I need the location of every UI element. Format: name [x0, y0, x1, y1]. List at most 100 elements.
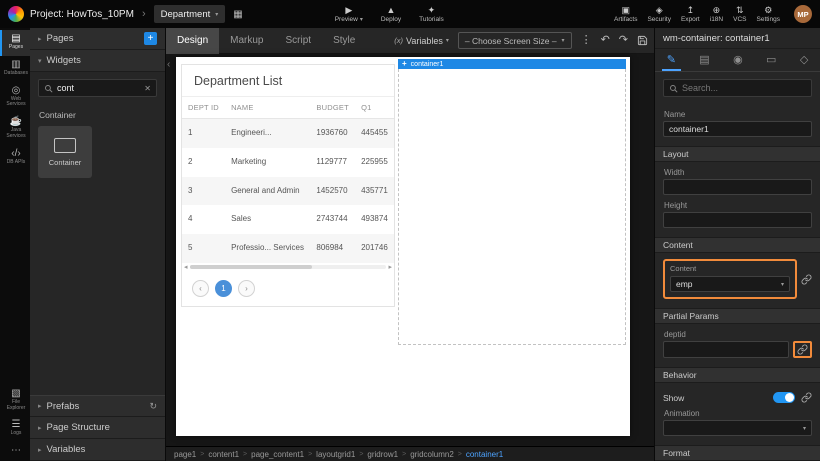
- sidebar-item-pages[interactable]: ▤ Pages: [0, 30, 30, 56]
- breadcrumb-item[interactable]: page1: [174, 450, 196, 459]
- bindings-tab[interactable]: ◉: [728, 49, 748, 71]
- clear-search-icon[interactable]: ✕: [144, 84, 151, 93]
- widgets-accordion[interactable]: ▾ Widgets: [30, 50, 165, 72]
- cell: 1129777: [310, 148, 355, 177]
- prefabs-accordion[interactable]: ▸ Prefabs ↻: [30, 395, 165, 417]
- content-select[interactable]: emp ▾: [670, 276, 790, 292]
- breadcrumb-item-active[interactable]: container1: [466, 450, 503, 459]
- tab-markup[interactable]: Markup: [219, 28, 274, 54]
- coffee-icon: ☕: [10, 117, 22, 127]
- sidebar-item-file-explorer[interactable]: ▧ File Explorer: [0, 385, 30, 417]
- format-section-header[interactable]: Format: [655, 445, 820, 461]
- widget-search-input[interactable]: cont ✕: [38, 79, 157, 97]
- table-row[interactable]: 1 Engineeri... 1936760 445455: [182, 119, 394, 148]
- kebab-menu-icon[interactable]: ⋮: [581, 35, 592, 46]
- scrollbar-thumb[interactable]: [190, 265, 312, 269]
- container-widget-tile[interactable]: Container: [38, 126, 92, 178]
- cell: 201746: [355, 234, 394, 263]
- properties-tab[interactable]: ✎: [662, 49, 681, 71]
- department-list-widget[interactable]: Department List DEPT ID NAME BUDGET Q1: [181, 64, 395, 307]
- pages-accordion[interactable]: ▸ Pages +: [30, 28, 165, 50]
- breadcrumb-item[interactable]: layoutgrid1: [316, 450, 355, 459]
- sidebar-item-web-services[interactable]: ◎ Web Services: [0, 82, 30, 114]
- bind-show-icon[interactable]: [801, 392, 812, 403]
- table-row[interactable]: 4 Sales 2743744 493874: [182, 205, 394, 234]
- height-field[interactable]: [663, 212, 812, 228]
- deptid-field[interactable]: [663, 341, 789, 358]
- page-grid-icon[interactable]: ▦: [233, 9, 242, 20]
- preview-button[interactable]: ▶ Preview▾: [335, 6, 363, 23]
- add-page-button[interactable]: +: [144, 32, 157, 45]
- properties-search-input[interactable]: Search...: [663, 79, 812, 97]
- scroll-left-icon[interactable]: ◂: [184, 264, 188, 271]
- security-button[interactable]: ◈ Security: [647, 6, 670, 23]
- page-canvas[interactable]: + container1 Department List DEPT ID NAM…: [176, 57, 630, 436]
- layout-section-header[interactable]: Layout: [655, 146, 820, 162]
- table-row[interactable]: 3 General and Admin 1452570 435771: [182, 177, 394, 206]
- conditions-tab[interactable]: ◇: [795, 49, 813, 71]
- cell: 1936760: [310, 119, 355, 148]
- bind-content-icon[interactable]: [801, 274, 812, 285]
- app-window: Project: HowTos_10PM › Department ▾ ▦ ▶ …: [0, 0, 820, 461]
- search-icon: [669, 84, 678, 93]
- breadcrumb-item[interactable]: gridrow1: [367, 450, 398, 459]
- redo-icon[interactable]: ↷: [619, 35, 628, 46]
- breadcrumb-item[interactable]: content1: [208, 450, 239, 459]
- table-row[interactable]: 5 Professio... Services 806984 201746: [182, 234, 394, 263]
- page-structure-accordion[interactable]: ▸ Page Structure: [30, 417, 165, 439]
- bind-deptid-highlight[interactable]: [793, 341, 812, 358]
- content-section-header[interactable]: Content: [655, 237, 820, 253]
- animation-select[interactable]: ▾: [663, 420, 812, 436]
- tutorials-button[interactable]: ✦ Tutorials: [419, 6, 444, 23]
- show-toggle[interactable]: [773, 392, 795, 403]
- cell: Professio... Services: [225, 234, 310, 263]
- sidebar-item-logs[interactable]: ☰ Logs: [0, 416, 30, 442]
- screen-size-select[interactable]: – Choose Screen Size – ▾: [458, 32, 572, 49]
- horizontal-scrollbar[interactable]: ◂ ▸: [182, 263, 394, 272]
- partial-params-section-header[interactable]: Partial Params: [655, 308, 820, 324]
- styles-tab[interactable]: ▤: [694, 49, 714, 71]
- variables-button[interactable]: (x) Variables ▾: [394, 36, 449, 46]
- refresh-icon[interactable]: ↻: [149, 401, 157, 412]
- sidebar-item-java-services[interactable]: ☕ Java Services: [0, 113, 30, 145]
- name-field[interactable]: container1: [663, 121, 812, 137]
- container-selection-bar[interactable]: + container1: [398, 59, 626, 69]
- undo-icon[interactable]: ↶: [601, 35, 610, 46]
- breadcrumb-item[interactable]: page_content1: [251, 450, 304, 459]
- sidebar-item-more[interactable]: ⋯: [0, 442, 30, 461]
- scrollbar-track[interactable]: [190, 265, 387, 269]
- page-selector-dropdown[interactable]: Department ▾: [154, 5, 226, 23]
- behavior-section-header[interactable]: Behavior: [655, 367, 820, 383]
- list-title: Department List: [182, 65, 394, 97]
- device-tab[interactable]: ▭: [761, 49, 781, 71]
- breadcrumb-item[interactable]: gridcolumn2: [410, 450, 454, 459]
- width-field[interactable]: [663, 179, 812, 195]
- sidebar-item-db-apis[interactable]: ‹/› DB APIs: [0, 145, 30, 171]
- breadcrumb-separator: >: [359, 451, 363, 458]
- scroll-right-icon[interactable]: ▸: [388, 264, 392, 271]
- globe-icon: ◎: [12, 86, 21, 96]
- caret-right-icon: ▸: [38, 424, 42, 432]
- prev-page-button[interactable]: ‹: [192, 280, 209, 297]
- wavemaker-logo-icon[interactable]: [8, 6, 24, 22]
- table-row[interactable]: 2 Marketing 1129777 225955: [182, 148, 394, 177]
- i18n-button[interactable]: ⊕ i18N: [710, 6, 723, 23]
- variables-accordion[interactable]: ▸ Variables: [30, 439, 165, 461]
- tab-design[interactable]: Design: [166, 28, 219, 54]
- page-number-button[interactable]: 1: [215, 280, 232, 297]
- globe-icon: ⊕: [713, 6, 721, 15]
- export-button[interactable]: ↥ Export: [681, 6, 700, 23]
- selected-container[interactable]: + container1: [398, 59, 626, 345]
- vcs-button[interactable]: ⇅ VCS: [733, 6, 746, 23]
- collapse-panel-icon[interactable]: ‹: [167, 59, 170, 70]
- deploy-button[interactable]: ▲ Deploy: [381, 6, 401, 23]
- settings-button[interactable]: ⚙ Settings: [757, 6, 781, 23]
- sidebar-item-databases[interactable]: ▥ Databases: [0, 56, 30, 82]
- save-icon[interactable]: [637, 35, 648, 46]
- artifacts-button[interactable]: ▣ Artifacts: [614, 6, 637, 23]
- container-drop-region[interactable]: [398, 69, 626, 345]
- tab-script[interactable]: Script: [275, 28, 323, 54]
- tab-style[interactable]: Style: [322, 28, 366, 54]
- user-avatar[interactable]: MP: [794, 5, 812, 23]
- next-page-button[interactable]: ›: [238, 280, 255, 297]
